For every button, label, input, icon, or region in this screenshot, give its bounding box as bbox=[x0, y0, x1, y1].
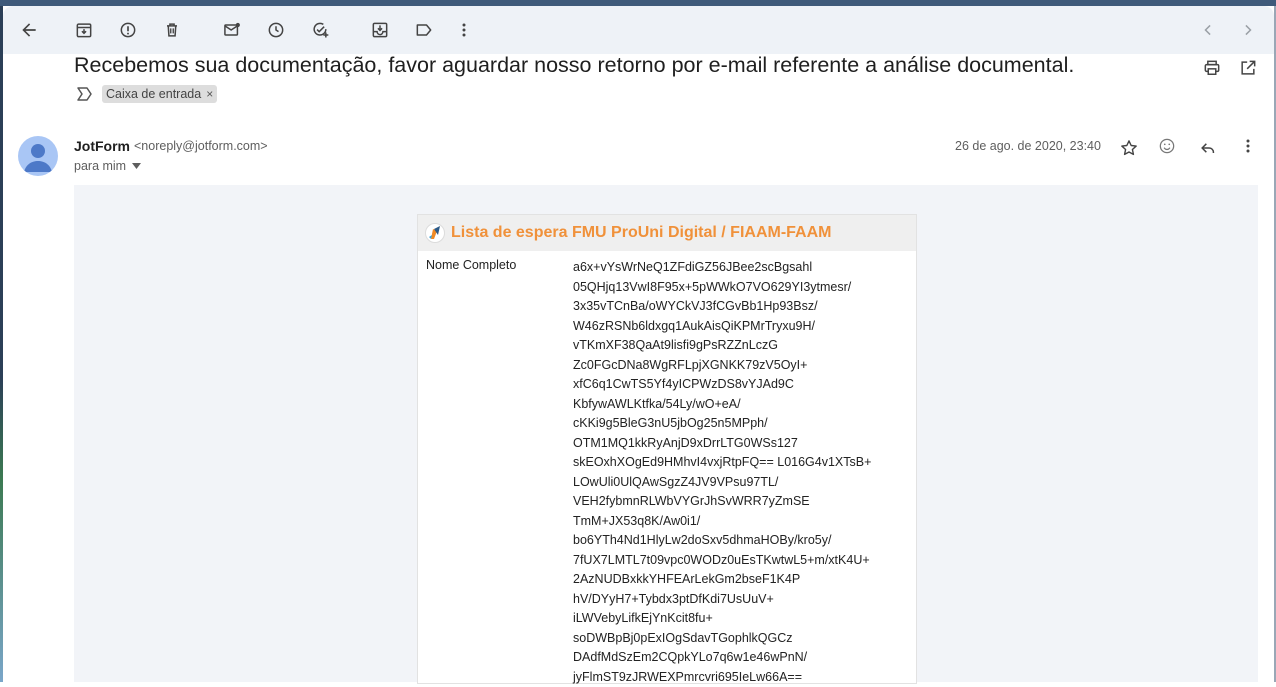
field-value-line: hV/DYyH7+Tybdx3ptDfKdi7UsUuV+ bbox=[573, 590, 908, 610]
mark-unread-icon[interactable] bbox=[212, 10, 252, 50]
field-value-line: W46zRSNb6ldxgq1AukAisQiKPMrTryxu9H/ bbox=[573, 317, 908, 337]
reply-icon[interactable] bbox=[1196, 136, 1220, 160]
field-value-line: Zc0FGcDNa8WgRFLpjXGNKK79zV5OyI+ bbox=[573, 356, 908, 376]
archive-icon[interactable] bbox=[64, 10, 104, 50]
field-value-line: vTKmXF38QaAt9lisfi9gPsRZZnLczG bbox=[573, 336, 908, 356]
field-value-line: 7fUX7LMTL7t09vpc0WODz0uEsTKwtwL5+m/xtK4U… bbox=[573, 551, 908, 571]
field-value-line: jyFlmST9zJRWEXPmrcvri695IeLw66A== bbox=[573, 668, 908, 687]
field-value-line: OTM1MQ1kkRyAnjD9xDrrLTG0WSs127 bbox=[573, 434, 908, 454]
chevron-right-icon[interactable] bbox=[1228, 10, 1268, 50]
star-icon[interactable] bbox=[1117, 136, 1141, 160]
add-to-tasks-icon[interactable] bbox=[300, 10, 340, 50]
importance-marker-icon[interactable] bbox=[76, 86, 94, 102]
label-chip-inbox[interactable]: Caixa de entrada × bbox=[102, 85, 217, 103]
message-date: 26 de ago. de 2020, 23:40 bbox=[955, 139, 1101, 153]
open-in-new-window-icon[interactable] bbox=[1236, 56, 1260, 80]
field-value-line: a6x+vYsWrNeQ1ZFdiGZ56JBee2scBgsahl bbox=[573, 258, 908, 278]
sender-name: JotForm bbox=[74, 138, 130, 154]
more-vert-icon[interactable] bbox=[444, 10, 484, 50]
back-arrow-icon[interactable] bbox=[9, 10, 49, 50]
form-title: Lista de espera FMU ProUni Digital / FIA… bbox=[451, 224, 831, 242]
emoji-reaction-icon[interactable] bbox=[1155, 134, 1179, 158]
email-subject: Recebemos sua documentação, favor aguard… bbox=[74, 53, 1074, 78]
caret-down-icon bbox=[132, 163, 141, 169]
avatar[interactable] bbox=[18, 136, 58, 176]
print-icon[interactable] bbox=[1200, 56, 1224, 80]
email-toolbar bbox=[3, 6, 1274, 54]
form-submission-card: Lista de espera FMU ProUni Digital / FIA… bbox=[417, 214, 917, 684]
label-chip-text: Caixa de entrada bbox=[106, 87, 201, 101]
field-value-line: TmM+JX53q8K/Aw0i1/ bbox=[573, 512, 908, 532]
field-value-line: VEH2fybmnRLWbVYGrJhSvWRR7yZmSE bbox=[573, 492, 908, 512]
field-label: Nome Completo bbox=[426, 258, 516, 272]
subject-actions bbox=[1200, 56, 1260, 80]
report-spam-icon[interactable] bbox=[108, 10, 148, 50]
sender-email: <noreply@jotform.com> bbox=[134, 139, 268, 153]
field-value-line: skEOxhXOgEd9HMhvI4vxjRtpFQ== L016G4v1XTs… bbox=[573, 453, 908, 473]
chevron-left-icon[interactable] bbox=[1188, 10, 1228, 50]
field-value-line: xfC6q1CwTS5Yf4yICPWzDS8vYJAd9C bbox=[573, 375, 908, 395]
field-value: a6x+vYsWrNeQ1ZFdiGZ56JBee2scBgsahl05QHjq… bbox=[573, 258, 908, 687]
field-value-line: 05QHjq13VwI8F95x+5pWWkO7VO629YI3ytmesr/ bbox=[573, 278, 908, 298]
field-value-line: DAdfMdSzEm2CQpkYLo7q6w1e46wPnN/ bbox=[573, 648, 908, 668]
field-value-line: LOwUli0UlQAwSgzZ4JV9VPsu97TL/ bbox=[573, 473, 908, 493]
field-value-line: 3x35vTCnBa/oWYCkVJ3fCGvBb1Hp93Bsz/ bbox=[573, 297, 908, 317]
form-header: Lista de espera FMU ProUni Digital / FIA… bbox=[418, 215, 916, 251]
recipient-details-toggle[interactable]: para mim bbox=[74, 159, 141, 173]
field-value-line: KbfywAWLKtfka/54Ly/wO+eA/ bbox=[573, 395, 908, 415]
snooze-icon[interactable] bbox=[256, 10, 296, 50]
field-value-line: iLWVebyLifkEjYnKcit8fu+ bbox=[573, 609, 908, 629]
field-value-line: soDWBpBj0pExIOgSdavTGophlkQGCz bbox=[573, 629, 908, 649]
label-icon[interactable] bbox=[404, 10, 444, 50]
desktop-edge-left bbox=[0, 6, 3, 682]
remove-label-button[interactable]: × bbox=[206, 87, 213, 101]
jotform-logo-icon bbox=[425, 223, 445, 243]
delete-icon[interactable] bbox=[152, 10, 192, 50]
message-more-icon[interactable] bbox=[1236, 134, 1260, 158]
recipient-label: para mim bbox=[74, 159, 126, 173]
field-value-line: bo6YTh4Nd1HlyLw2doSxv5dhmaHOBy/kro5y/ bbox=[573, 531, 908, 551]
field-value-line: cKKi9g5BleG3nU5jbOg25n5MPph/ bbox=[573, 414, 908, 434]
move-to-icon[interactable] bbox=[360, 10, 400, 50]
field-value-line: 2AzNUDBxkkYHFEArLekGm2bseF1K4P bbox=[573, 570, 908, 590]
